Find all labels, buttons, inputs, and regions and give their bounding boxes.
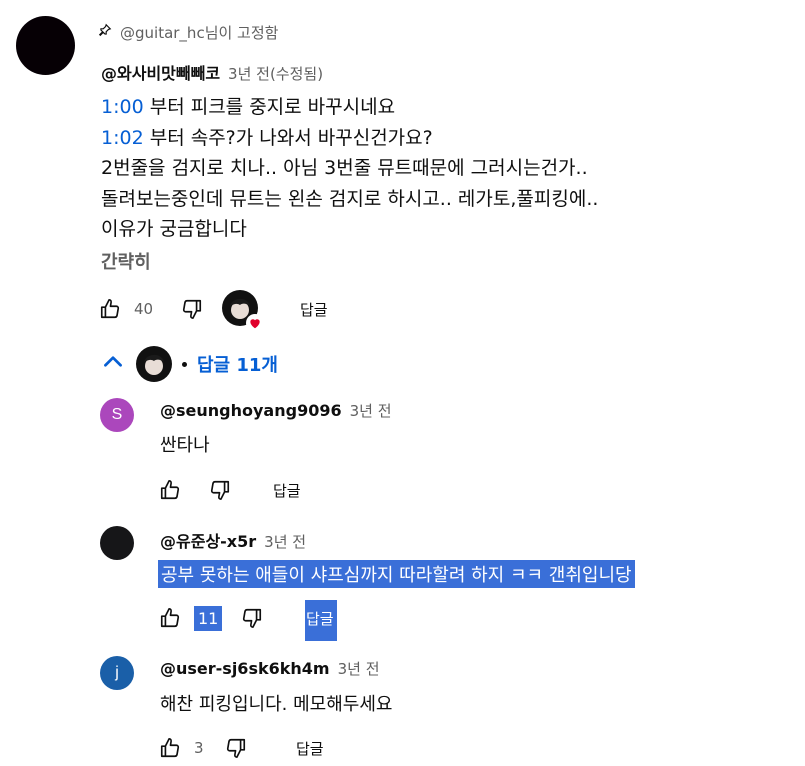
thumbs-down-icon <box>182 299 202 319</box>
like-button[interactable] <box>152 730 188 766</box>
reply-header: @user-sj6sk6kh4m 3년 전 <box>160 658 380 679</box>
thumbs-down-icon <box>210 480 230 500</box>
dislike-button[interactable] <box>202 472 238 508</box>
reply-actions <box>152 472 238 508</box>
thumbs-up-icon <box>160 738 180 758</box>
separator-dot <box>182 361 187 367</box>
reply-header: @seunghoyang9096 3년 전 <box>160 400 392 421</box>
reply-time[interactable]: 3년 전 <box>338 658 380 679</box>
comment-line-text: 이유가 궁금합니다 <box>101 218 247 240</box>
pin-icon <box>98 23 112 41</box>
like-button[interactable] <box>152 600 188 636</box>
reply-text: 해찬 피킹입니다. 메모해두세요 <box>160 694 393 715</box>
replies-count-label: 답글 11개 <box>197 355 278 376</box>
reply-avatar[interactable]: S <box>100 398 134 432</box>
dislike-button[interactable] <box>218 730 254 766</box>
thumbs-up-icon <box>160 480 180 500</box>
reply-author[interactable]: @user-sj6sk6kh4m <box>160 659 330 678</box>
comment-line: 2번줄을 검지로 치나.. 아님 3번줄 뮤트때문에 그러시는건가.. <box>101 153 598 184</box>
pinned-indicator: @guitar_hc님이 고정함 <box>98 20 278 44</box>
comment-actions: 40 <box>92 291 210 327</box>
timestamp-link[interactable]: 1:02 <box>101 127 144 149</box>
reply-author[interactable]: @seunghoyang9096 <box>160 401 342 420</box>
like-button[interactable] <box>152 472 188 508</box>
reply-time[interactable]: 3년 전 <box>350 400 392 421</box>
reply-button[interactable]: 답글 <box>296 738 324 759</box>
comment-time[interactable]: 3년 전(수정됨) <box>228 63 323 84</box>
comment-line-text: 부터 속주?가 나와서 바꾸신건가요? <box>143 126 433 149</box>
reply-button[interactable]: 답글 <box>273 480 301 501</box>
comment-body: 1:00 부터 피크를 중지로 바꾸시네요 1:02 부터 속주?가 나와서 바… <box>101 92 598 245</box>
thumbs-up-icon <box>160 608 180 628</box>
like-count: 11 <box>194 605 223 631</box>
heart-icon <box>246 314 264 332</box>
reply-author[interactable]: @유준상-x5r <box>160 528 256 552</box>
author-avatar[interactable] <box>16 16 75 75</box>
thumbs-up-icon <box>100 299 120 319</box>
reply-button[interactable]: 답글 <box>300 299 328 320</box>
thumbs-down-icon <box>226 738 245 758</box>
reply-text: 공부 못하는 애들이 샤프심까지 따라할려 하지 ㅋㅋ 갠취입니당 <box>158 560 635 588</box>
creator-heart-badge <box>222 290 264 332</box>
like-button[interactable] <box>92 291 128 327</box>
reply-actions: 11 <box>152 600 270 636</box>
thumbs-down-icon <box>243 608 262 628</box>
reply-button[interactable]: 답글 <box>305 600 337 641</box>
comment-line: 1:00 부터 피크를 중지로 바꾸시네요 <box>101 92 598 123</box>
pinned-label: @guitar_hc님이 고정함 <box>120 23 279 42</box>
comment-author[interactable]: @와사비맛빼빼코 <box>101 60 220 84</box>
creator-avatar <box>136 346 172 382</box>
chevron-up-icon <box>100 349 126 380</box>
reply-actions: 3 <box>152 730 254 766</box>
comment-line-text: 2번줄을 검지로 치나.. 아님 3번줄 뮤트때문에 그러시는건가.. <box>101 157 588 179</box>
comment-line: 이유가 궁금합니다 <box>101 214 598 245</box>
comment-header: @와사비맛빼빼코 3년 전(수정됨) <box>101 60 323 84</box>
reply-text: 싼타나 <box>160 435 210 456</box>
reply-avatar[interactable] <box>100 526 134 560</box>
like-count: 3 <box>194 739 204 757</box>
timestamp-link[interactable]: 1:00 <box>101 96 144 118</box>
comment-line-text: 돌려보는중인데 뮤트는 왼손 검지로 하시고.. 레가토,풀피킹에.. <box>101 187 599 210</box>
dislike-button[interactable] <box>174 291 210 327</box>
comment-line-text: 부터 피크를 중지로 바꾸시네요 <box>143 96 396 118</box>
reply-header: @유준상-x5r 3년 전 <box>160 528 306 552</box>
like-count: 40 <box>134 300 154 318</box>
replies-toggle[interactable]: 답글 11개 <box>100 344 278 384</box>
dislike-button[interactable] <box>234 600 270 636</box>
show-less-link[interactable]: 간략히 <box>101 248 151 274</box>
reply-time[interactable]: 3년 전 <box>264 531 306 552</box>
comment-line: 돌려보는중인데 뮤트는 왼손 검지로 하시고.. 레가토,풀피킹에.. <box>101 184 598 215</box>
comment-line: 1:02 부터 속주?가 나와서 바꾸신건가요? <box>101 123 598 154</box>
reply-avatar[interactable]: j <box>100 656 134 690</box>
